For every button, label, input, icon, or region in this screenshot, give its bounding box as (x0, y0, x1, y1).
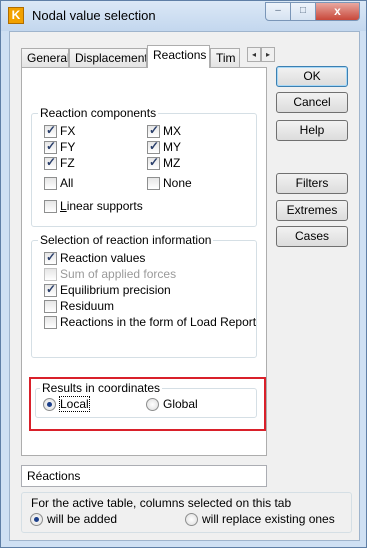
tab-reactions[interactable]: Reactions (147, 45, 210, 68)
local-label: Local (59, 396, 90, 412)
cases-button[interactable]: Cases (276, 226, 348, 247)
app-logo-icon: K (8, 7, 24, 24)
will-be-added-radio[interactable]: will be added (30, 512, 117, 526)
table-name-input[interactable]: Réactions (21, 465, 267, 487)
minimize-button[interactable]: – (265, 2, 291, 21)
checkbox-box (44, 123, 57, 138)
equilibrium-precision-checkbox[interactable]: Equilibrium precision (44, 282, 171, 297)
reaction-values-checkbox[interactable]: Reaction values (44, 250, 146, 265)
equilibrium-precision-label: Equilibrium precision (60, 283, 171, 297)
linear-supports-label: Linear supports (60, 199, 143, 213)
tab-time[interactable]: Tim (210, 48, 240, 68)
fx-checkbox[interactable]: FX (44, 123, 76, 138)
none-checkbox[interactable]: None (147, 176, 192, 190)
window-title: Nodal value selection (32, 8, 156, 23)
fy-label: FY (60, 140, 76, 154)
checkbox-box (147, 123, 160, 138)
global-radio[interactable]: Global (146, 397, 198, 411)
fz-checkbox[interactable]: FZ (44, 155, 75, 170)
tab-scroll-left-icon[interactable]: ◂ (247, 47, 261, 62)
checkbox-box (44, 155, 57, 170)
fy-checkbox[interactable]: FY (44, 139, 76, 154)
reaction-information-group: Selection of reaction information Reacti… (31, 233, 257, 358)
all-label: All (60, 176, 74, 190)
checkbox-box (147, 139, 160, 154)
extremes-button[interactable]: Extremes (276, 200, 348, 221)
help-button[interactable]: Help (276, 120, 348, 141)
mz-checkbox[interactable]: MZ (147, 155, 181, 170)
reaction-values-label: Reaction values (60, 251, 146, 265)
load-report-form-label: Reactions in the form of Load Report (60, 315, 257, 329)
checkbox-box (44, 267, 57, 281)
tab-scroll-right-icon[interactable]: ▸ (261, 47, 275, 62)
all-checkbox[interactable]: All (44, 176, 73, 190)
reaction-information-title: Selection of reaction information (38, 233, 214, 247)
none-label: None (163, 176, 192, 190)
radio-dot (185, 512, 198, 526)
tab-general[interactable]: General (21, 48, 69, 68)
my-label: MY (163, 140, 181, 154)
dialog-client-area: General Displacements Reactions Tim ◂ ▸ … (9, 31, 360, 541)
radio-dot (146, 397, 159, 411)
checkbox-box (44, 250, 57, 265)
fx-label: FX (60, 124, 76, 138)
residuum-checkbox[interactable]: Residuum (44, 299, 114, 313)
dialog-window: K Nodal value selection – □ x General Di… (0, 0, 367, 548)
results-coordinates-title: Results in coordinates (40, 381, 163, 395)
checkbox-box (147, 155, 160, 170)
load-report-form-checkbox[interactable]: Reactions in the form of Load Report (44, 315, 256, 329)
will-be-added-label: will be added (47, 512, 118, 526)
mz-label: MZ (163, 156, 181, 170)
checkbox-box (44, 176, 57, 190)
residuum-label: Residuum (60, 299, 115, 313)
mx-label: MX (163, 124, 181, 138)
reaction-components-title: Reaction components (38, 106, 159, 120)
results-coordinates-group: Results in coordinates Local Global (35, 381, 257, 418)
active-table-group: For the active table, columns selected o… (21, 492, 352, 533)
caption-buttons: – □ x (265, 2, 360, 21)
will-replace-label: will replace existing ones (202, 512, 335, 526)
sum-applied-forces-checkbox: Sum of applied forces (44, 267, 176, 281)
checkbox-box (147, 176, 160, 190)
tab-scroll-arrows: ◂ ▸ (247, 47, 275, 62)
my-checkbox[interactable]: MY (147, 139, 181, 154)
cancel-button[interactable]: Cancel (276, 92, 348, 113)
ok-button[interactable]: OK (276, 66, 348, 87)
checkbox-box (44, 199, 57, 213)
checkbox-box (44, 315, 57, 329)
active-table-title: For the active table, columns selected o… (31, 496, 292, 510)
checkbox-box (44, 139, 57, 154)
linear-supports-checkbox[interactable]: Linear supports (44, 199, 143, 213)
will-replace-radio[interactable]: will replace existing ones (185, 512, 335, 526)
checkbox-box (44, 299, 57, 313)
filters-button[interactable]: Filters (276, 173, 348, 194)
mx-checkbox[interactable]: MX (147, 123, 181, 138)
close-button[interactable]: x (316, 2, 360, 21)
fz-label: FZ (60, 156, 75, 170)
local-radio[interactable]: Local (43, 396, 90, 412)
title-bar[interactable]: K Nodal value selection – □ x (1, 1, 366, 31)
checkbox-box (44, 282, 57, 297)
reactions-tab-panel: Reaction components FX MX FY MY (21, 67, 267, 456)
global-label: Global (163, 397, 198, 411)
sum-applied-forces-label: Sum of applied forces (60, 267, 177, 281)
tab-displacements[interactable]: Displacements (69, 48, 147, 68)
radio-dot (30, 512, 43, 526)
radio-dot (43, 397, 56, 411)
reaction-components-group: Reaction components FX MX FY MY (31, 106, 257, 227)
maximize-button[interactable]: □ (291, 2, 316, 21)
